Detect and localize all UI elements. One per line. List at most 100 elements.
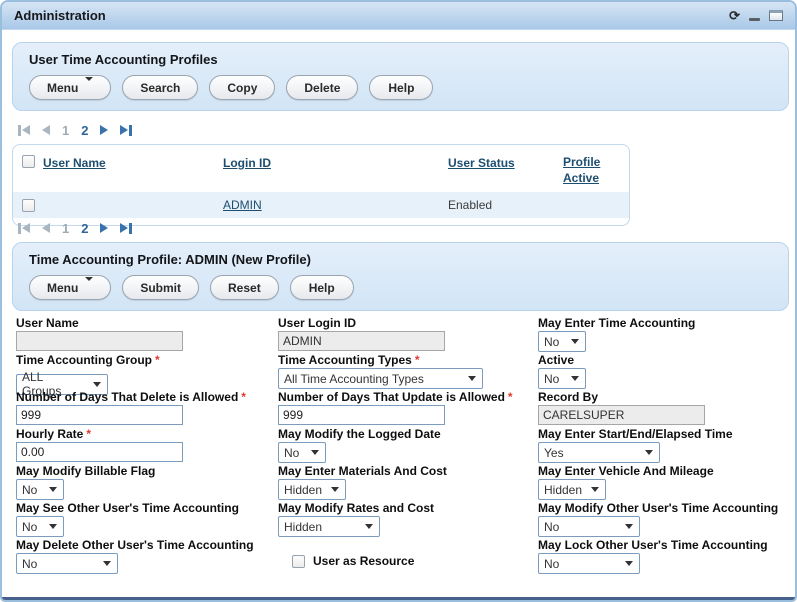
field-may-modify-billable-flag: May Modify Billable Flag No	[16, 464, 278, 501]
field-user-as-resource: User as Resource	[292, 547, 538, 575]
last-page-icon[interactable]	[120, 223, 132, 234]
next-page-icon[interactable]	[100, 223, 108, 233]
user-login-id-input	[278, 331, 445, 351]
delete-button[interactable]: Delete	[286, 75, 358, 100]
may-enter-materials-label: May Enter Materials And Cost	[278, 464, 538, 478]
cell-login-id-link[interactable]: ADMIN	[223, 198, 262, 212]
menu-button[interactable]: Menu	[29, 75, 111, 100]
help-button[interactable]: Help	[369, 75, 433, 100]
page-number-current: 1	[62, 221, 69, 236]
may-modify-other-label: May Modify Other User's Time Accounting	[538, 501, 789, 515]
field-may-enter-start-end-elapsed: May Enter Start/End/Elapsed Time Yes	[538, 427, 789, 464]
field-may-enter-vehicle: May Enter Vehicle And Mileage Hidden	[538, 464, 789, 501]
field-user-name: User Name	[16, 316, 278, 353]
chevron-down-icon	[49, 487, 57, 492]
sort-user-status-link[interactable]: User Status	[448, 155, 515, 171]
field-time-accounting-group: Time Accounting Group* ALL Groups	[16, 353, 278, 390]
last-page-icon[interactable]	[120, 125, 132, 136]
time-accounting-types-select[interactable]: All Time Accounting Types	[278, 368, 483, 389]
menu-dropdown-icon	[85, 281, 93, 295]
previous-page-icon	[42, 223, 50, 233]
menu-dropdown-icon	[85, 81, 93, 95]
profiles-panel-toolbar: Menu Search Copy Delete Help	[29, 75, 788, 100]
field-may-delete-other: May Delete Other User's Time Accounting …	[16, 538, 278, 575]
refresh-icon[interactable]: ⟳	[729, 9, 740, 22]
sort-user-name-link[interactable]: User Name	[43, 155, 106, 171]
chevron-down-icon	[468, 376, 476, 381]
required-asterisk: *	[508, 390, 513, 404]
copy-button[interactable]: Copy	[209, 75, 275, 100]
reset-button[interactable]: Reset	[210, 275, 279, 300]
field-may-modify-other: May Modify Other User's Time Accounting …	[538, 501, 789, 538]
pagination-bottom: 1 2	[18, 220, 132, 236]
chevron-down-icon	[625, 561, 633, 566]
user-as-resource-checkbox[interactable]	[292, 555, 305, 568]
chevron-down-icon	[49, 524, 57, 529]
required-asterisk: *	[86, 427, 91, 441]
page-number-link[interactable]: 2	[81, 221, 88, 236]
may-enter-materials-select[interactable]: Hidden	[278, 479, 346, 500]
table-header-row: User Name Login ID User Status Profile A…	[13, 145, 629, 192]
chevron-down-icon	[311, 450, 319, 455]
active-select[interactable]: No	[538, 368, 586, 389]
profile-form: User Name Time Accounting Group* ALL Gro…	[16, 316, 791, 575]
select-all-checkbox[interactable]	[22, 155, 35, 168]
sort-profile-active-link[interactable]: Profile Active	[563, 154, 627, 186]
submit-button[interactable]: Submit	[122, 275, 199, 300]
active-label: Active	[538, 353, 789, 367]
may-enter-time-accounting-select[interactable]: No	[538, 331, 586, 352]
may-enter-vehicle-select[interactable]: Hidden	[538, 479, 606, 500]
first-page-icon	[18, 125, 30, 136]
may-see-other-select[interactable]: No	[16, 516, 64, 537]
hourly-rate-label: Hourly Rate*	[16, 427, 278, 441]
field-may-enter-materials: May Enter Materials And Cost Hidden	[278, 464, 538, 501]
search-button[interactable]: Search	[122, 75, 198, 100]
profile-detail-panel: Time Accounting Profile: ADMIN (New Prof…	[12, 242, 789, 311]
page-number-link[interactable]: 2	[81, 123, 88, 138]
may-enter-time-accounting-label: May Enter Time Accounting	[538, 316, 789, 330]
sort-login-id-link[interactable]: Login ID	[223, 155, 271, 171]
help-button[interactable]: Help	[290, 275, 354, 300]
profiles-table: User Name Login ID User Status Profile A…	[12, 144, 630, 226]
may-see-other-label: May See Other User's Time Accounting	[16, 501, 278, 515]
window-controls: ⟳	[729, 9, 783, 22]
required-asterisk: *	[415, 353, 420, 367]
profile-detail-panel-title: Time Accounting Profile: ADMIN (New Prof…	[29, 252, 788, 267]
window-titlebar: Administration ⟳	[2, 2, 795, 30]
may-modify-billable-flag-label: May Modify Billable Flag	[16, 464, 278, 478]
may-modify-billable-flag-select[interactable]: No	[16, 479, 64, 500]
next-page-icon[interactable]	[100, 125, 108, 135]
chevron-down-icon	[571, 339, 579, 344]
field-may-modify-logged-date: May Modify the Logged Date No	[278, 427, 538, 464]
first-page-icon	[18, 223, 30, 234]
chevron-down-icon	[365, 524, 373, 529]
days-delete-input[interactable]	[16, 405, 183, 425]
chevron-down-icon	[571, 376, 579, 381]
hourly-rate-input[interactable]	[16, 442, 183, 462]
profiles-panel-title: User Time Accounting Profiles	[29, 52, 788, 67]
may-modify-other-select[interactable]: No	[538, 516, 640, 537]
may-modify-rates-select[interactable]: Hidden	[278, 516, 380, 537]
may-lock-other-select[interactable]: No	[538, 553, 640, 574]
field-hourly-rate: Hourly Rate*	[16, 427, 278, 464]
time-accounting-group-label: Time Accounting Group*	[16, 353, 278, 367]
menu-button[interactable]: Menu	[29, 275, 111, 300]
chevron-down-icon	[103, 561, 111, 566]
days-delete-label: Number of Days That Delete is Allowed*	[16, 390, 278, 404]
previous-page-icon	[42, 125, 50, 135]
may-modify-logged-date-select[interactable]: No	[278, 442, 326, 463]
may-enter-start-end-elapsed-label: May Enter Start/End/Elapsed Time	[538, 427, 789, 441]
field-may-enter-time-accounting: May Enter Time Accounting No	[538, 316, 789, 353]
may-enter-start-end-elapsed-select[interactable]: Yes	[538, 442, 660, 463]
days-update-input[interactable]	[278, 405, 445, 425]
may-modify-rates-label: May Modify Rates and Cost	[278, 501, 538, 515]
user-name-input	[16, 331, 183, 351]
maximize-icon[interactable]	[769, 10, 783, 21]
minimize-icon[interactable]	[749, 18, 760, 21]
profile-detail-toolbar: Menu Submit Reset Help	[29, 275, 788, 300]
field-active: Active No	[538, 353, 789, 390]
pagination-top: 1 2	[18, 122, 132, 138]
profiles-panel: User Time Accounting Profiles Menu Searc…	[12, 42, 789, 111]
may-delete-other-select[interactable]: No	[16, 553, 118, 574]
row-checkbox[interactable]	[22, 199, 35, 212]
